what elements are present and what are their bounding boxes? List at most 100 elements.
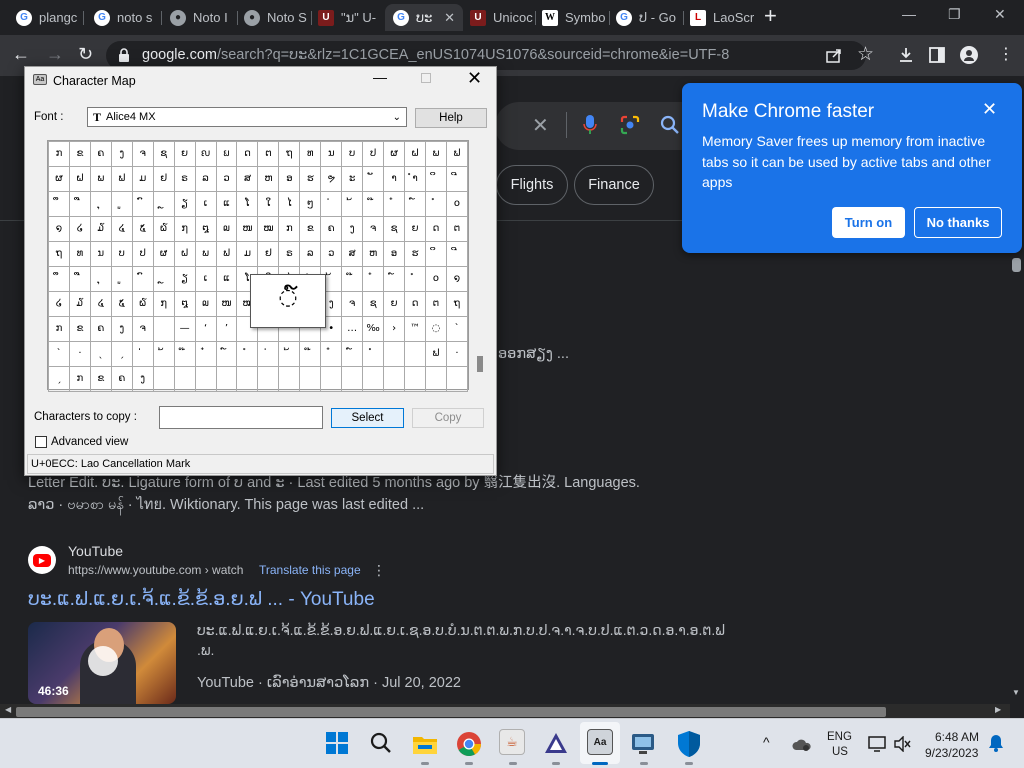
grid-cell[interactable] [236, 366, 259, 392]
grid-cell[interactable] [341, 366, 364, 392]
grid-cell[interactable]: ່ [320, 191, 343, 217]
grid-cell[interactable] [152, 366, 175, 392]
grid-cell[interactable]: ້ [152, 341, 175, 367]
result-url[interactable]: https://www.youtube.com › watch [68, 563, 243, 577]
grid-cell[interactable]: ນ [89, 241, 112, 267]
maximize-button[interactable]: ❐ [948, 6, 961, 23]
grid-cell[interactable]: ຳ [404, 166, 427, 192]
grid-cell[interactable]: ໕ [110, 291, 133, 317]
grid-cell[interactable]: ໝ [257, 216, 280, 242]
promo-close-icon[interactable]: ✕ [982, 99, 997, 120]
grid-cell[interactable]: ທ [68, 241, 91, 267]
tab-noto-s-2[interactable]: ● Noto S [236, 4, 312, 31]
reload-button[interactable]: ↻ [78, 44, 93, 65]
grid-cell[interactable]: ຼ [152, 191, 175, 217]
grid-cell[interactable]: ຈ [131, 141, 154, 167]
grid-cell[interactable]: ຜ [152, 241, 175, 267]
grid-cell[interactable]: ວ [215, 166, 238, 192]
grid-cell[interactable]: ຄ [110, 366, 133, 392]
grid-cell[interactable]: ໑ [48, 216, 70, 242]
grid-cell[interactable]: ຶ [48, 191, 70, 217]
close-tab-icon[interactable]: ✕ [444, 10, 455, 26]
grid-cell[interactable]: ຸ [89, 266, 112, 292]
grid-cell[interactable] [404, 341, 427, 367]
grid-cell[interactable]: ັ [362, 166, 385, 192]
grid-cell[interactable]: ໋ [362, 266, 385, 292]
grid-cell[interactable]: ຝ [68, 166, 91, 192]
notification-bell-icon[interactable] [988, 734, 1004, 752]
grid-cell[interactable] [173, 366, 196, 392]
video-thumbnail[interactable]: 46:36 [28, 622, 176, 704]
onedrive-icon[interactable] [792, 736, 812, 752]
grid-cell[interactable]: … [341, 316, 364, 342]
grid-cell[interactable] [320, 366, 343, 392]
chip-finance[interactable]: Finance [574, 165, 654, 205]
grid-cell[interactable]: ິ [425, 166, 447, 192]
grid-cell[interactable]: ິ [425, 241, 447, 267]
grid-cell[interactable]: ໋ [320, 341, 343, 367]
clear-search-icon[interactable]: ✕ [532, 113, 549, 138]
advanced-view-checkbox[interactable] [35, 436, 47, 448]
tab-noto-i[interactable]: ● Noto I [162, 4, 238, 31]
grid-cell[interactable]: ໐ [445, 191, 469, 217]
volume-muted-icon[interactable] [893, 736, 911, 752]
chrome-icon[interactable] [456, 731, 482, 757]
grid-cell[interactable]: ງ [110, 141, 133, 167]
grid-cell[interactable]: ່ [131, 341, 154, 367]
forward-button[interactable]: → [46, 44, 64, 65]
grid-cell[interactable]: ໗ [173, 216, 196, 242]
help-button[interactable]: Help [415, 108, 487, 128]
new-tab-button[interactable]: + [764, 5, 777, 27]
grid-cell[interactable]: ຼ [152, 266, 175, 292]
grid-cell[interactable]: ກ [48, 316, 70, 342]
grid-cell[interactable]: ລ [299, 241, 322, 267]
tab-ba-active[interactable]: G ບະ ✕ [385, 4, 463, 31]
minimize-button[interactable]: — [902, 6, 916, 22]
screen-capture-icon[interactable] [631, 732, 657, 756]
result-title-link[interactable]: ບະ.ແ.ຟ.ແ.ຍ.ເ.ຈ້.ແ.ຂ້.ຂ້.ອ.ຍ.ຟ ... - YouT… [28, 588, 375, 611]
youtube-favicon[interactable]: ▶ [28, 546, 56, 574]
grid-cell[interactable]: ໒ [48, 291, 70, 317]
grid-cell[interactable]: · [445, 341, 469, 367]
no-thanks-button[interactable]: No thanks [914, 207, 1002, 238]
grid-cell[interactable] [215, 366, 238, 392]
grid-cell[interactable]: ຍ [404, 216, 427, 242]
windows-start-icon[interactable] [326, 732, 348, 754]
close-window-button[interactable]: ✕ [994, 6, 1006, 23]
chip-flights[interactable]: Flights [496, 165, 568, 205]
grid-cell[interactable]: ບ [341, 141, 364, 167]
grid-cell[interactable]: ແ [215, 266, 238, 292]
grid-cell[interactable]: ˏ [110, 341, 133, 367]
profile-avatar-icon[interactable] [960, 46, 978, 64]
grid-cell[interactable]: ˏ [48, 366, 70, 392]
grid-cell[interactable]: ໒ [68, 216, 91, 242]
translate-link[interactable]: Translate this page [259, 563, 361, 577]
grid-cell[interactable]: ໓ [89, 216, 112, 242]
turn-on-button[interactable]: Turn on [832, 207, 905, 238]
grid-cell[interactable]: ຂ [89, 366, 112, 392]
grid-cell[interactable]: ຫ [362, 241, 385, 267]
grid-cell[interactable]: ໘ [194, 216, 217, 242]
grid-scroll-thumb[interactable] [477, 356, 483, 372]
grid-cell[interactable]: ໊ [173, 341, 196, 367]
grid-cell[interactable]: ູ [110, 191, 133, 217]
grid-cell[interactable]: ເ [194, 191, 217, 217]
grid-cell[interactable]: ຣ [278, 241, 301, 267]
grid-cell[interactable]: ຍ [383, 291, 406, 317]
google-lens-icon[interactable] [620, 115, 640, 135]
grid-cell[interactable] [278, 366, 301, 392]
grid-cell[interactable]: ຎ [194, 141, 217, 167]
scroll-right-arrow-icon[interactable]: ▶ [995, 705, 1001, 714]
grid-cell[interactable]: ຕ [257, 141, 280, 167]
tray-chevron-icon[interactable]: ^ [763, 734, 770, 750]
voice-search-icon[interactable] [583, 114, 597, 136]
grid-cell[interactable]: ກ [68, 366, 91, 392]
grid-cell[interactable]: ູ [110, 266, 133, 292]
characters-to-copy-input[interactable] [159, 406, 323, 429]
grid-cell[interactable]: າ [383, 166, 406, 192]
grid-cell[interactable]: ້ [278, 341, 301, 367]
grid-cell[interactable]: ຝ [404, 141, 427, 167]
grid-cell[interactable] [257, 366, 280, 392]
tab-plangc[interactable]: G plangc [8, 4, 84, 31]
grid-cell[interactable]: ຜ [383, 141, 406, 167]
